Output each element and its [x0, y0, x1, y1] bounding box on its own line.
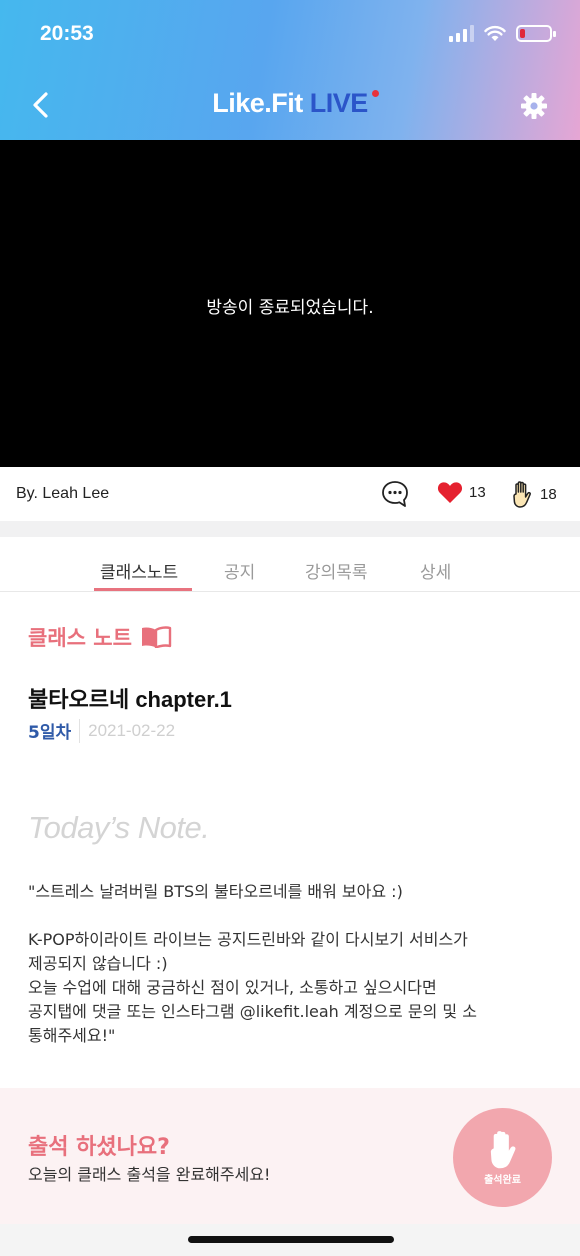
tab-details[interactable]: 상세 — [420, 558, 451, 583]
info-bar: By. Leah Lee 13 18 — [0, 467, 580, 521]
note-date: 2021-02-22 — [88, 720, 176, 740]
attendance-complete-button[interactable]: 출석완료 — [453, 1108, 552, 1207]
todays-note-heading: Today’s Note. — [28, 810, 210, 845]
note-meta: 5일차 2021-02-22 — [28, 718, 175, 743]
broadcast-ended-message: 방송이 종료되었습니다. — [206, 298, 374, 318]
meta-divider — [79, 718, 81, 743]
open-book-icon — [141, 626, 172, 648]
section-title: 클래스 노트 — [28, 622, 172, 652]
video-player[interactable]: 방송이 종료되었습니다. — [0, 140, 580, 467]
cellular-signal-icon — [449, 24, 474, 42]
raised-hand-icon — [490, 1131, 515, 1169]
section-title-text: 클래스 노트 — [28, 626, 132, 650]
active-tab-indicator — [94, 588, 192, 591]
attendance-button-label: 출석완료 — [484, 1175, 521, 1186]
tab-class-note[interactable]: 클래스노트 — [100, 558, 178, 583]
status-time: 20:53 — [40, 22, 94, 45]
note-body: "스트레스 날려버릴 BTS의 불타오르네를 배워 보아요 :) K-POP하이… — [28, 880, 558, 1048]
settings-button[interactable] — [520, 92, 548, 120]
tab-bar: 클래스노트 공지 강의목록 상세 — [0, 537, 580, 592]
chat-bubble-icon[interactable] — [380, 479, 410, 509]
author-name: By. Leah Lee — [16, 485, 110, 502]
hand-count: 18 — [540, 485, 557, 503]
note-paragraph-1: "스트레스 날려버릴 BTS의 불타오르네를 배워 보아요 :) — [28, 882, 403, 901]
attendance-panel: 출석 하셨나요? 오늘의 클래스 출석을 완료해주세요! 출석완료 — [0, 1088, 580, 1224]
app-header: 20:53 Like.Fit LIVE — [0, 0, 580, 140]
tab-lecture-list[interactable]: 강의목록 — [305, 558, 368, 583]
wifi-icon — [484, 25, 506, 41]
live-indicator-dot — [372, 90, 379, 97]
day-label: 5일차 — [28, 723, 72, 743]
raise-hand-button[interactable]: 18 — [510, 480, 557, 508]
section-divider — [0, 521, 580, 537]
note-title: 불타오르네 chapter.1 — [28, 687, 232, 712]
tab-notice[interactable]: 공지 — [224, 558, 255, 583]
raised-hand-icon — [513, 481, 531, 508]
app-title-live: LIVE — [309, 88, 369, 118]
heart-icon — [437, 482, 463, 503]
attendance-title: 출석 하셨나요? — [28, 1135, 170, 1160]
like-button[interactable]: 13 — [437, 481, 486, 504]
like-count: 13 — [469, 484, 486, 501]
battery-icon — [516, 24, 556, 42]
attendance-subtitle: 오늘의 클래스 출석을 완료해주세요! — [28, 1165, 271, 1184]
app-title-main: Like.Fit — [212, 88, 310, 118]
note-paragraph-2: K-POP하이라이트 라이브는 공지드린바와 같이 다시보기 서비스가 제공되지… — [28, 930, 477, 1045]
home-indicator[interactable] — [188, 1236, 394, 1243]
app-title: Like.Fit LIVE — [0, 88, 580, 119]
status-icons — [449, 24, 556, 42]
